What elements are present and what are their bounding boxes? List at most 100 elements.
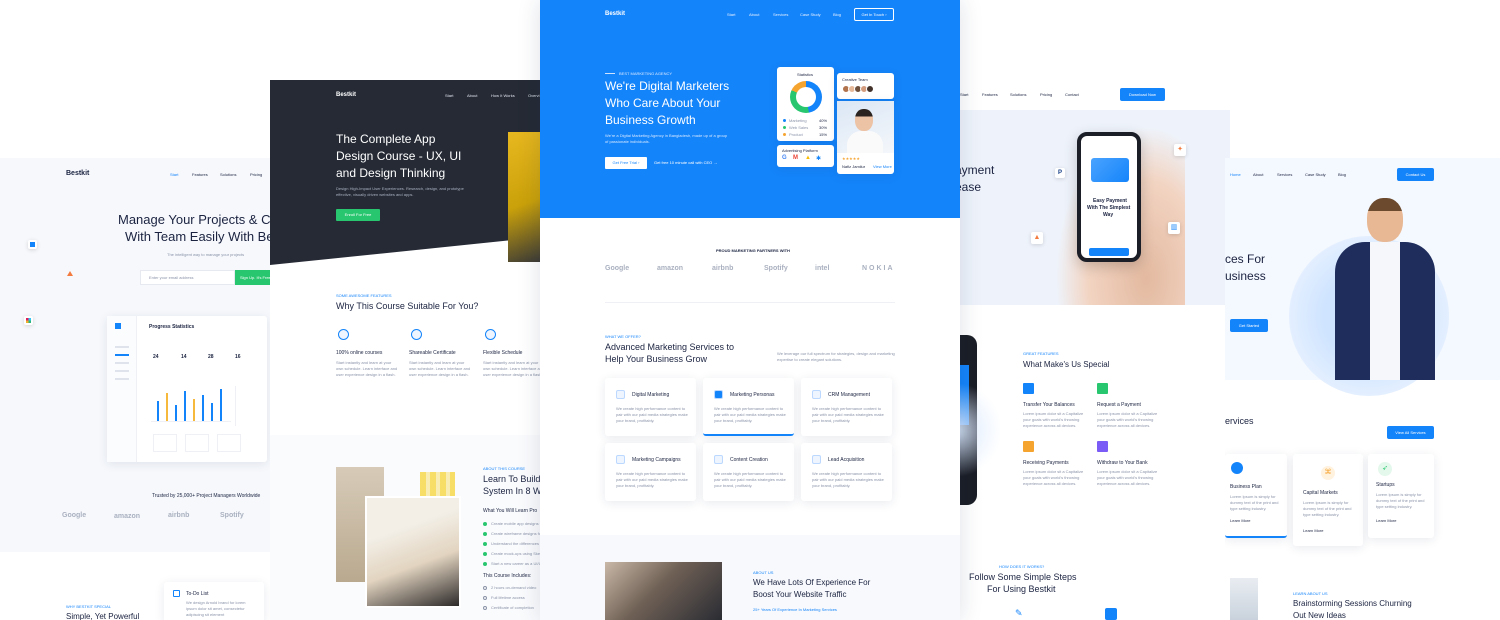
enroll-button[interactable]: Enroll For Free — [336, 209, 380, 221]
service-card[interactable]: Lead Acquisition We create high performan… — [801, 443, 892, 501]
nav-item-contact[interactable]: Contact — [1065, 92, 1079, 97]
nav-item-features[interactable]: Features — [982, 92, 998, 97]
chart-icon — [616, 390, 625, 399]
phone-title-line3: Way — [1103, 212, 1114, 218]
credit-card — [1091, 158, 1129, 182]
stat-label: Web Sales — [789, 125, 809, 130]
nav-item-features[interactable]: Features — [192, 172, 208, 177]
nav-item-blog[interactable]: Blog — [833, 12, 841, 17]
nav-item-overview[interactable]: Overvi — [528, 93, 540, 98]
nav-item-solutions[interactable]: Solutions — [220, 172, 236, 177]
stat-number: 24 — [153, 354, 159, 360]
service-card[interactable]: Content Creation We create high performan… — [703, 443, 794, 501]
get-in-touch-button[interactable]: Get In Touch › — [854, 8, 894, 21]
nav-item-blog[interactable]: Blog — [1338, 172, 1346, 177]
service-card[interactable]: Marketing Personas We create high perform… — [703, 378, 794, 436]
nav-item-services[interactable]: Services — [1277, 172, 1292, 177]
persona-icon — [714, 390, 723, 399]
brand-logo[interactable]: Bestkit — [605, 11, 625, 17]
nav-item-start[interactable]: Start — [170, 172, 178, 177]
service-card[interactable]: Digital Marketing We create high performa… — [605, 378, 696, 436]
signup-button[interactable]: Sign Up. It's Free — [235, 270, 275, 285]
template-preview-payment-app[interactable]: Start Features Solutions Pricing Contact… — [955, 80, 1230, 620]
nav-item-pricing[interactable]: Pricing — [1040, 92, 1052, 97]
template-preview-business[interactable]: Home About Services Case Study Blog Cont… — [1225, 158, 1500, 620]
feature-text: Lorem ipsum dolor sit a Capitalize your … — [1097, 469, 1158, 486]
learn-more-link[interactable]: Learn More — [1376, 518, 1396, 523]
sticky-notes — [420, 472, 455, 496]
nav-item-services[interactable]: Services — [773, 12, 788, 17]
stat-value: 40% — [819, 118, 828, 123]
service-card[interactable]: Business Plan Lorem Ipsum is simply for … — [1225, 454, 1287, 538]
contact-button[interactable]: Contact Us — [1397, 168, 1434, 181]
service-card-text: We create high performance content to pa… — [714, 406, 786, 423]
nav-item-how-it-works[interactable]: How It Works — [491, 93, 515, 98]
learn-more-link[interactable]: Learn More — [1303, 528, 1323, 533]
services-eyebrow: WHAT WE OFFER? — [605, 334, 641, 339]
get-started-button[interactable]: Get Started — [1230, 319, 1268, 332]
service-card[interactable]: ⌘ Capital Markets Lorem Ipsum is simply … — [1293, 454, 1363, 546]
about-subtitle: 25+ Years Of Experience In Marketing Ser… — [753, 607, 837, 612]
brand-logo[interactable]: Bestkit — [66, 170, 89, 177]
features-eyebrow: SOME AWESOME FEATURES — [336, 293, 392, 298]
nav-item-case-study[interactable]: Case Study — [1305, 172, 1326, 177]
service-card-title: Business Plan — [1230, 484, 1262, 490]
content-icon — [714, 455, 723, 464]
nav-item-about[interactable]: About — [749, 12, 759, 17]
download-button[interactable]: Download Now — [1120, 88, 1165, 101]
hero-description: Design High-Impact User Experiences. Res… — [336, 186, 464, 197]
nav-item-about[interactable]: About — [1253, 172, 1263, 177]
brand-logo[interactable]: Bestkit — [336, 92, 356, 98]
nav-item-start[interactable]: Start — [445, 93, 453, 98]
feature-title: Request a Payment — [1097, 402, 1141, 408]
feature-text: Lorem ipsum dolor sit a Capitalize your … — [1023, 469, 1084, 486]
person-card: ★★★★★ Nafiz Jamilur View More — [837, 101, 894, 174]
feature-text: Lorem ipsum dolor sit a Capitalize your … — [1023, 411, 1084, 428]
include-icon — [483, 596, 487, 600]
view-more-link[interactable]: View More — [873, 164, 892, 169]
learn-more-link[interactable]: Learn More — [1230, 518, 1250, 523]
stat-label: Marketing — [789, 118, 807, 123]
rating-stars: ★★★★★ — [842, 156, 860, 161]
service-card[interactable]: Marketing Campaigns We create high perfor… — [605, 443, 696, 501]
hero-photo-student — [508, 132, 540, 262]
campaign-icon — [616, 455, 625, 464]
email-input[interactable]: Enter your email address — [140, 270, 235, 285]
template-preview-digital-marketing[interactable]: Bestkit Start About Services Case Study … — [540, 0, 960, 620]
crm-icon — [812, 390, 821, 399]
capital-markets-icon: ⌘ — [1321, 466, 1335, 480]
feature-title: Receiving Payments — [1023, 460, 1069, 466]
services-description: We leverage our full spectrum for strate… — [777, 351, 895, 362]
request-icon — [1097, 383, 1108, 394]
free-call-link[interactable]: Get free 10 minute call with CEO → — [654, 160, 717, 165]
nav-item-solutions[interactable]: Solutions — [1010, 92, 1026, 97]
nav-item-home[interactable]: Home — [1230, 172, 1241, 177]
template-preview-app-course[interactable]: Bestkit Start About How It Works Overvi … — [270, 80, 540, 620]
contact-button-label: Contact Us — [1405, 172, 1426, 177]
view-all-services-button[interactable]: View All Services — [1387, 426, 1434, 439]
services-title-line1: Advanced Marketing Services to — [605, 342, 735, 352]
service-card[interactable]: ➶ Startups Lorem Ipsum is simply for dum… — [1368, 454, 1434, 538]
template-preview-project-management[interactable]: Bestkit Start Features Solutions Pricing… — [0, 158, 275, 620]
todo-card: To-Do List We design Arnold brand for lo… — [164, 582, 264, 620]
legend-dot — [783, 126, 786, 129]
hero-title-line2: With Team Easily With Be — [125, 229, 274, 244]
partners-label: PROUD MARKETING PARTNERS WITH — [716, 248, 790, 253]
free-trial-button[interactable]: Get Free Trial › — [605, 157, 647, 169]
service-card[interactable]: CRM Management We create high performance… — [801, 378, 892, 436]
hero-title-line2: usiness — [1225, 269, 1266, 283]
nav-item-about[interactable]: About — [467, 93, 477, 98]
steps-eyebrow: HOW DOES IT WORKS? — [999, 564, 1045, 569]
about-eyebrow: ABOUT THIS COURSE — [483, 466, 526, 471]
hero-title-line1: ces For — [1225, 252, 1266, 266]
person-photo — [837, 101, 894, 153]
nav-item-start[interactable]: Start — [960, 92, 968, 97]
nav-item-start[interactable]: Start — [727, 12, 735, 17]
nav-item-case-study[interactable]: Case Study — [800, 12, 821, 17]
nav-item-pricing[interactable]: Pricing — [250, 172, 262, 177]
service-card-title: Content Creation — [730, 457, 768, 463]
check-icon — [483, 562, 487, 566]
dashboard-logo — [115, 323, 121, 329]
phone-mockup: Easy Payment With The Simplest Way — [1077, 132, 1141, 262]
hero-title-line1: The Complete App — [336, 132, 436, 146]
